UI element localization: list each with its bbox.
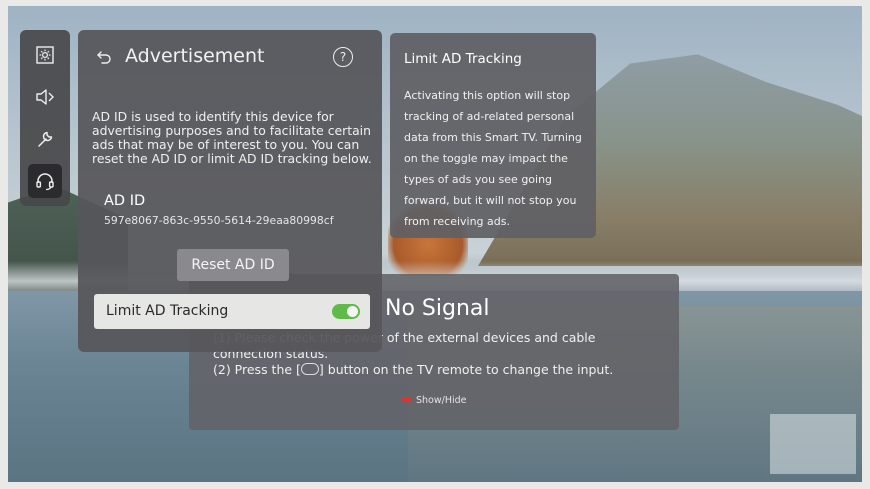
panel-header: Advertisement ? [78,30,382,90]
rail-item-support[interactable] [28,164,62,198]
wrench-icon [38,131,53,147]
headset-support-icon [36,173,54,191]
no-signal-instruction-2: (2) Press the [ ] button on the TV remote… [213,362,613,377]
picture-settings-icon [36,46,54,64]
no-signal-title: No Signal [385,296,490,321]
rail-item-sound[interactable] [28,80,62,114]
ad-id-description: AD ID is used to identify this device fo… [92,109,372,166]
tooltip-title: Limit AD Tracking [404,51,522,67]
ad-id-value: 597e8067-863c-9550-5614-29eaa80998cf [104,214,334,227]
limit-ad-tracking-tooltip: Limit AD Tracking Activating this option… [390,33,596,238]
rail-item-general[interactable] [28,122,62,156]
help-icon[interactable]: ? [333,47,353,67]
advertisement-panel: Advertisement ? AD ID is used to identif… [78,30,382,352]
limit-ad-tracking-toggle[interactable] [332,304,360,319]
tooltip-body: Activating this option will stop trackin… [404,89,582,228]
input-button-icon [300,363,319,375]
instruction-2-suffix: ] button on the TV remote to change the … [318,362,614,377]
red-key-icon [401,397,412,401]
tv-screen: No Signal (1) Please check the power of … [8,6,862,482]
show-hide-hint[interactable]: Show/Hide [401,395,467,406]
settings-category-rail [20,30,70,206]
rail-item-picture[interactable] [28,38,62,72]
background-light-patch [770,414,856,474]
instruction-2-prefix: (2) Press the [ [213,362,301,377]
limit-ad-tracking-label: Limit AD Tracking [106,303,229,319]
show-hide-label: Show/Hide [416,395,467,406]
back-arrow-icon[interactable] [95,48,113,66]
toggle-knob [347,306,358,317]
ad-id-label: AD ID [104,193,146,209]
page-title: Advertisement [125,45,265,67]
reset-ad-id-button[interactable]: Reset AD ID [177,249,289,281]
limit-ad-tracking-row[interactable]: Limit AD Tracking [94,294,370,329]
sound-icon [36,89,54,105]
